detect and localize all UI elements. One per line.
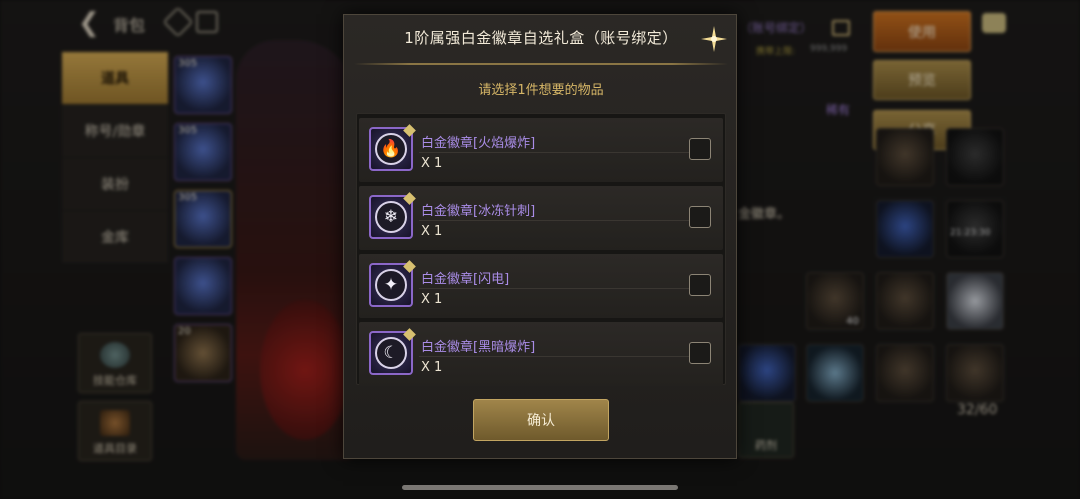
option-quantity: X 1 bbox=[421, 156, 443, 171]
dialog-subtitle: 请选择1件想要的物品 bbox=[478, 83, 604, 98]
badge-frame: ✦ bbox=[369, 260, 416, 307]
option-name: 白金徽章[冰冻针刺] bbox=[421, 204, 536, 219]
corner-gem-icon bbox=[403, 124, 416, 137]
badge-frame: ❄ bbox=[369, 192, 416, 239]
option-quantity: X 1 bbox=[421, 292, 443, 307]
corner-gem-icon bbox=[403, 328, 416, 341]
option-checkbox[interactable] bbox=[689, 342, 711, 364]
option-list: 🔥 白金徽章[火焰爆炸] X 1 ❄ 白金徽章[冰冻针刺] X 1 ✦ 白金徽章[闪电] X 1… bbox=[356, 113, 726, 386]
close-icon[interactable] bbox=[699, 24, 729, 54]
option-checkbox[interactable] bbox=[689, 138, 711, 160]
corner-gem-icon bbox=[403, 192, 416, 205]
select-gift-box-dialog: 1阶属强白金徽章自选礼盒（账号绑定） 请选择1件想要的物品 🔥 白金徽章[火焰爆炸… bbox=[343, 14, 737, 459]
fire-icon: 🔥 bbox=[375, 133, 407, 165]
dialog-title: 1阶属强白金徽章自选礼盒（账号绑定） bbox=[404, 28, 678, 47]
option-row[interactable]: ☾ 白金徽章[黑暗爆炸] X 1 bbox=[359, 322, 723, 386]
option-row[interactable]: ✦ 白金徽章[闪电] X 1 bbox=[359, 254, 723, 318]
option-quantity: X 1 bbox=[421, 224, 443, 239]
option-checkbox[interactable] bbox=[689, 206, 711, 228]
confirm-button[interactable]: 确认 bbox=[473, 399, 609, 441]
row-divider bbox=[419, 220, 689, 221]
badge-frame: ☾ bbox=[369, 328, 416, 375]
light-star-icon: ✦ bbox=[375, 269, 407, 301]
option-row[interactable]: 🔥 白金徽章[火焰爆炸] X 1 bbox=[359, 118, 723, 182]
badge-frame: 🔥 bbox=[369, 124, 416, 171]
row-divider bbox=[419, 288, 689, 289]
home-indicator[interactable] bbox=[402, 485, 678, 490]
option-checkbox[interactable] bbox=[689, 274, 711, 296]
option-row[interactable]: ❄ 白金徽章[冰冻针刺] X 1 bbox=[359, 186, 723, 250]
option-name: 白金徽章[闪电] bbox=[421, 272, 510, 287]
corner-gem-icon bbox=[403, 260, 416, 273]
row-divider bbox=[419, 152, 689, 153]
option-name: 白金徽章[火焰爆炸] bbox=[421, 136, 536, 151]
title-divider bbox=[354, 63, 728, 65]
option-name: 白金徽章[黑暗爆炸] bbox=[421, 340, 536, 355]
row-divider bbox=[419, 356, 689, 357]
snowflake-icon: ❄ bbox=[375, 201, 407, 233]
crescent-moon-icon: ☾ bbox=[375, 337, 407, 369]
option-quantity: X 1 bbox=[421, 360, 443, 375]
